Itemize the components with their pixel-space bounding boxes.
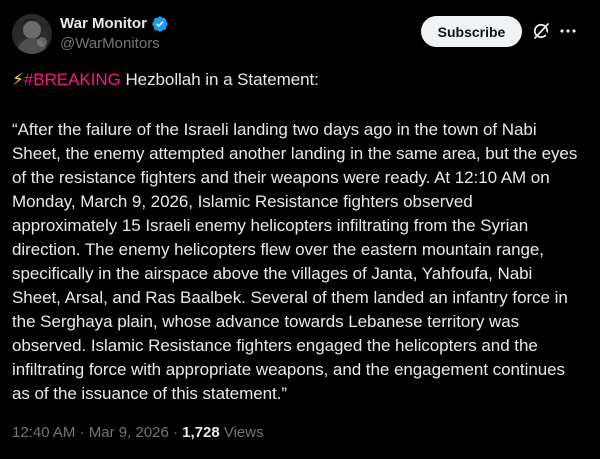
- lightning-emoji: ⚡: [12, 70, 24, 89]
- views-count: 1,728: [182, 424, 220, 441]
- author-display-name[interactable]: War Monitor: [60, 14, 147, 34]
- hashtag-link[interactable]: #BREAKING: [24, 70, 121, 89]
- post-time[interactable]: 12:40 AM: [12, 424, 75, 441]
- avatar-image: [12, 14, 52, 54]
- post: War Monitor @WarMonitors Subscribe ⚡#BRE…: [0, 0, 600, 459]
- verified-badge-icon: [151, 15, 169, 33]
- avatar[interactable]: [12, 14, 52, 54]
- meta-separator: ·: [168, 424, 183, 441]
- more-options-icon[interactable]: [558, 21, 578, 41]
- author-info: War Monitor @WarMonitors: [60, 14, 169, 54]
- views-label: Views: [219, 424, 264, 441]
- post-headline: ⚡#BREAKING Hezbollah in a Statement:: [12, 68, 578, 92]
- post-meta: 12:40 AM · Mar 9, 2026 · 1,728 Views: [12, 423, 264, 443]
- grok-icon[interactable]: [531, 21, 551, 41]
- author-name-row: War Monitor: [60, 14, 169, 34]
- meta-separator: ·: [75, 424, 89, 441]
- post-date[interactable]: Mar 9, 2026: [89, 424, 169, 441]
- post-body-text: “After the failure of the Israeli landin…: [12, 120, 578, 403]
- headline-text: Hezbollah in a Statement:: [120, 70, 319, 89]
- author-handle[interactable]: @WarMonitors: [60, 34, 169, 54]
- subscribe-button[interactable]: Subscribe: [421, 16, 522, 47]
